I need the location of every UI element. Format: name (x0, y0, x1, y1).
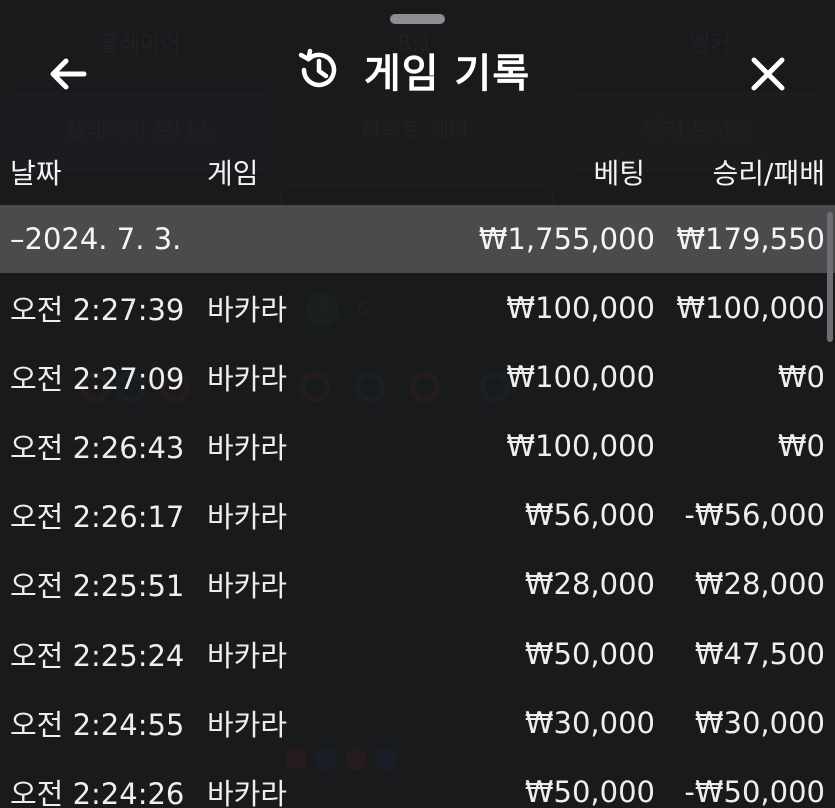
row-bet: ₩100,000 (506, 290, 655, 325)
column-game: 게임 (207, 157, 259, 190)
column-win-loss: 승리/패배 (712, 157, 825, 190)
row-win-loss: -₩50,000 (684, 774, 825, 808)
history-modal: 게임 기록 날짜 게임 베팅 승리/패배 –2024. 7. 3. ₩1,755… (0, 0, 835, 808)
row-win-loss: ₩28,000 (694, 567, 825, 602)
row-bet: ₩100,000 (506, 359, 655, 394)
column-bet: 베팅 (593, 157, 645, 190)
row-game: 바카라 (207, 776, 288, 808)
row-bet: ₩28,000 (524, 567, 655, 602)
row-bet: ₩50,000 (524, 636, 655, 671)
row-time: 오전 2:24:55 (10, 707, 185, 742)
row-time: 오전 2:26:17 (10, 500, 185, 535)
row-time: 오전 2:24:26 (10, 776, 185, 808)
back-button[interactable] (40, 46, 96, 102)
row-time: 오전 2:27:09 (10, 361, 185, 396)
row-game: 바카라 (207, 707, 288, 742)
row-game: 바카라 (207, 569, 288, 604)
table-row[interactable]: 오전 2:27:39 바카라 ₩100,000 ₩100,000 (0, 273, 835, 342)
modal-header: 게임 기록 (0, 30, 835, 112)
row-win-loss: ₩47,500 (694, 636, 825, 671)
table-row[interactable]: 오전 2:24:55 바카라 ₩30,000 ₩30,000 (0, 688, 835, 757)
row-time: 오전 2:26:43 (10, 430, 185, 465)
row-win-loss: ₩0 (777, 359, 825, 394)
close-button[interactable] (740, 46, 796, 102)
modal-title-group: 게임 기록 (296, 40, 530, 100)
game-history-screen: 플레이어 뱅커 8:1 플레이어 보너스 퍼펙트 페어 뱅커 보너스 이더 페어… (0, 0, 835, 808)
table-row[interactable]: 오전 2:26:43 바카라 ₩100,000 ₩0 (0, 411, 835, 480)
table-header: 날짜 게임 베팅 승리/패배 (0, 140, 835, 200)
summary-date: –2024. 7. 3. (10, 222, 182, 256)
row-win-loss: ₩0 (777, 428, 825, 463)
summary-bet: ₩1,755,000 (478, 222, 655, 256)
row-bet: ₩56,000 (524, 498, 655, 533)
row-game: 바카라 (207, 638, 288, 673)
row-bet: ₩30,000 (524, 705, 655, 740)
row-time: 오전 2:27:39 (10, 292, 185, 327)
column-date: 날짜 (10, 157, 62, 190)
row-win-loss: ₩100,000 (676, 290, 825, 325)
row-game: 바카라 (207, 430, 288, 465)
row-game: 바카라 (207, 361, 288, 396)
drag-handle[interactable] (390, 14, 445, 24)
row-win-loss: ₩30,000 (694, 705, 825, 740)
row-game: 바카라 (207, 292, 288, 327)
row-time: 오전 2:25:51 (10, 569, 185, 604)
page-title: 게임 기록 (364, 51, 531, 97)
arrow-left-icon (50, 58, 87, 90)
row-bet: ₩50,000 (524, 774, 655, 808)
history-clock-icon (298, 48, 337, 88)
row-bet: ₩100,000 (506, 428, 655, 463)
table-row[interactable]: 오전 2:25:24 바카라 ₩50,000 ₩47,500 (0, 619, 835, 688)
row-time: 오전 2:25:24 (10, 638, 185, 673)
close-icon (751, 57, 785, 91)
scrollbar[interactable] (827, 212, 833, 342)
history-table[interactable]: –2024. 7. 3. ₩1,755,000 ₩179,550 오전 2:27… (0, 205, 835, 808)
summary-win-loss: ₩179,550 (676, 222, 825, 256)
table-row[interactable]: 오전 2:27:09 바카라 ₩100,000 ₩0 (0, 342, 835, 411)
table-row[interactable]: 오전 2:26:17 바카라 ₩56,000 -₩56,000 (0, 481, 835, 550)
table-row[interactable]: 오전 2:24:26 바카라 ₩50,000 -₩50,000 (0, 757, 835, 808)
row-game: 바카라 (207, 500, 288, 535)
date-summary-row[interactable]: –2024. 7. 3. ₩1,755,000 ₩179,550 (0, 205, 835, 273)
table-row[interactable]: 오전 2:25:51 바카라 ₩28,000 ₩28,000 (0, 550, 835, 619)
row-win-loss: -₩56,000 (684, 498, 825, 533)
